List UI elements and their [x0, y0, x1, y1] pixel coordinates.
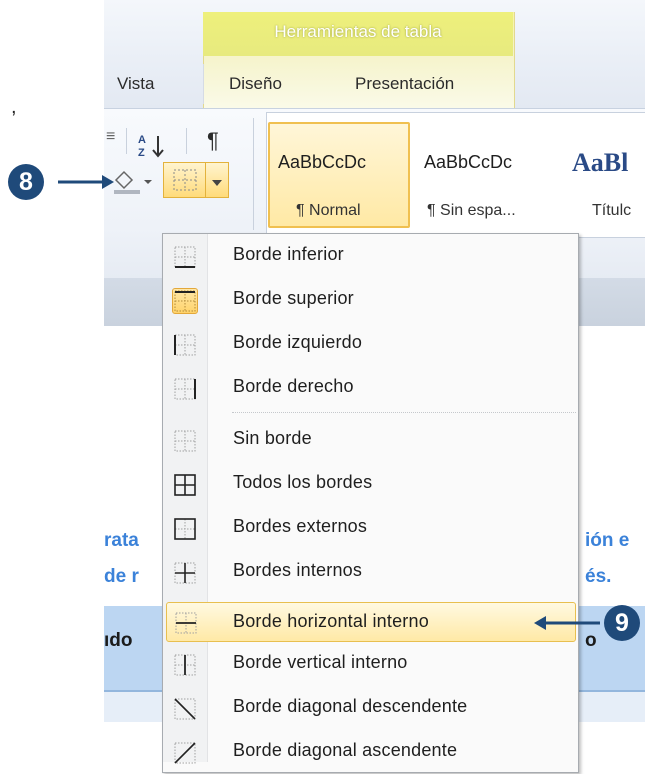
style-name-sin-espacio: ¶ Sin espa... — [427, 202, 516, 219]
inside-borders-icon — [172, 560, 198, 586]
callout-arrow-left-icon — [532, 613, 602, 633]
bottom-border-icon — [172, 244, 198, 270]
menu-label: Borde diagonal descendente — [233, 696, 468, 716]
table-header-left: ıdo — [104, 630, 133, 651]
tool-divider — [126, 128, 127, 154]
callout-badge-9: 9 — [604, 605, 640, 641]
doc-text-line1-right: ión e — [585, 530, 630, 551]
menu-label: Bordes internos — [233, 560, 363, 580]
tab-divider — [203, 64, 204, 104]
menu-label: Borde inferior — [233, 244, 344, 264]
menu-item-sin-borde[interactable]: Sin borde — [163, 418, 578, 462]
doc-text-line1-left: rata — [104, 530, 139, 551]
stray-comma: , — [11, 96, 17, 118]
svg-text:Z: Z — [138, 147, 145, 159]
menu-item-borde-vertical-interno[interactable]: Borde vertical interno — [163, 642, 578, 686]
left-border-icon — [172, 332, 198, 358]
border-grid-icon — [172, 168, 198, 192]
menu-item-borde-superior[interactable]: Borde superior — [163, 278, 578, 322]
pilcrow-icon[interactable]: ¶ — [207, 128, 219, 154]
menu-item-bordes-internos[interactable]: Bordes internos — [163, 550, 578, 594]
menu-label: Sin borde — [233, 428, 312, 448]
inside-horizontal-border-icon — [173, 610, 199, 636]
menu-item-borde-inferior[interactable]: Borde inferior — [163, 234, 578, 278]
menu-label: Borde izquierdo — [233, 332, 363, 352]
style-sample-titulo[interactable]: AaBl — [572, 148, 628, 178]
style-sample-sin-espacio[interactable]: AaBbCcDc — [424, 152, 512, 173]
doc-text-line2-left: de r — [104, 566, 139, 587]
menu-item-borde-horizontal-interno[interactable]: Borde horizontal interno — [166, 602, 576, 642]
callout-arrow-right-icon — [56, 172, 116, 192]
inside-vertical-border-icon — [172, 652, 198, 678]
menu-label: Todos los bordes — [233, 472, 373, 492]
tool-divider — [186, 128, 187, 154]
tab-presentacion[interactable]: Presentación — [355, 74, 454, 94]
tab-vista[interactable]: Vista — [117, 74, 155, 94]
style-sample-normal: AaBbCcDc — [278, 152, 367, 172]
diagonal-down-border-icon — [172, 696, 198, 722]
table-tools-title: Herramientas de tabla — [274, 22, 442, 41]
menu-label: Bordes externos — [233, 516, 368, 536]
right-border-icon — [172, 376, 198, 402]
menu-item-borde-diagonal-ascendente[interactable]: Borde diagonal ascendente — [163, 730, 578, 774]
menu-label: Borde vertical interno — [233, 652, 408, 672]
callout-badge-8: 8 — [8, 164, 44, 200]
borders-button-split — [205, 163, 206, 197]
menu-item-bordes-externos[interactable]: Bordes externos — [163, 506, 578, 550]
style-name-normal: ¶ Normal — [296, 202, 361, 219]
shading-icon[interactable] — [110, 166, 154, 196]
menu-label: Borde superior — [233, 288, 354, 308]
menu-item-borde-derecho[interactable]: Borde derecho — [163, 366, 578, 410]
menu-label: Borde diagonal ascendente — [233, 740, 458, 760]
all-borders-icon — [172, 472, 198, 498]
group-divider — [253, 118, 254, 230]
menu-item-borde-diagonal-descendente[interactable]: Borde diagonal descendente — [163, 686, 578, 730]
sort-icon[interactable]: A Z — [138, 132, 170, 160]
outside-borders-icon — [172, 516, 198, 542]
style-name-titulo: Títulc — [592, 202, 632, 219]
diagonal-up-border-icon — [172, 740, 198, 766]
menu-label: Borde derecho — [233, 376, 354, 396]
table-header-right: o — [585, 630, 597, 651]
menu-item-borde-izquierdo[interactable]: Borde izquierdo — [163, 322, 578, 366]
svg-text:A: A — [138, 134, 146, 146]
menu-label: Borde horizontal interno — [233, 611, 429, 631]
tab-diseno[interactable]: Diseño — [229, 74, 282, 94]
no-border-icon — [172, 428, 198, 454]
menu-item-todos-los-bordes[interactable]: Todos los bordes — [163, 462, 578, 506]
doc-text-line2-right: és. — [585, 566, 612, 587]
list-icon[interactable]: ≡ — [106, 128, 115, 146]
menu-separator — [232, 412, 576, 413]
chevron-down-icon[interactable] — [211, 175, 223, 186]
top-border-icon — [172, 288, 198, 314]
